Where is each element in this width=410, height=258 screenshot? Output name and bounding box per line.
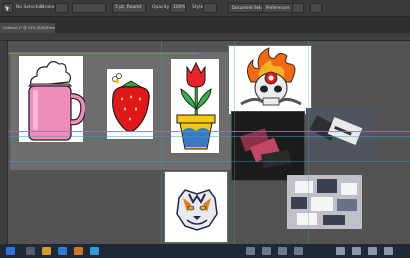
horizontal-guide[interactable]: [8, 161, 410, 162]
tray-icon[interactable]: [262, 247, 271, 255]
photo-business-cards-grey[interactable]: [306, 108, 377, 160]
tray-icon[interactable]: [336, 247, 345, 255]
illustrator-window: No Selection Stroke 5 pt. Round Opacity …: [0, 0, 410, 258]
style-label: Style: [192, 5, 204, 10]
stroke-weight-field[interactable]: [55, 3, 68, 13]
variable-width-dropdown[interactable]: [72, 3, 106, 13]
illustrator-icon[interactable]: [74, 247, 83, 255]
brochure-image: [287, 175, 362, 229]
artboard-tulip-pot[interactable]: [170, 58, 220, 154]
artboard-tiger-head[interactable]: [164, 171, 228, 243]
stroke-label: Stroke: [40, 5, 55, 10]
canvas-area[interactable]: [8, 41, 410, 252]
horizontal-ruler[interactable]: [0, 33, 410, 41]
artboard-strawberry[interactable]: [106, 68, 154, 140]
tray-icon[interactable]: [294, 247, 303, 255]
tray-icon[interactable]: [352, 247, 361, 255]
artboard-flaming-skull[interactable]: [228, 45, 312, 115]
tray-icon[interactable]: [368, 247, 377, 255]
document-tab[interactable]: Untitled-1* @ 19% (RGB/Preview): [0, 23, 55, 33]
business-cards-image: [232, 112, 304, 180]
opacity-label: Opacity: [152, 5, 170, 10]
tray-icon[interactable]: [278, 247, 287, 255]
control-bar: No Selection Stroke 5 pt. Round Opacity …: [0, 0, 410, 17]
arrange-documents-icon[interactable]: [292, 3, 304, 13]
vertical-ruler[interactable]: [0, 41, 8, 252]
taskbar: [0, 244, 410, 258]
photo-brochure-layout[interactable]: [287, 175, 362, 229]
horizontal-guide[interactable]: [8, 136, 410, 137]
horizontal-guide[interactable]: [8, 131, 410, 132]
style-swatch[interactable]: [203, 3, 217, 13]
opacity-field[interactable]: 100%: [170, 3, 186, 13]
artboard-pink-mug[interactable]: [18, 55, 87, 143]
tray-icon[interactable]: [246, 247, 255, 255]
selection-bounding-line: [8, 53, 198, 54]
photo-business-cards-dark[interactable]: [231, 111, 305, 181]
photoshop-icon[interactable]: [90, 247, 99, 255]
brush-dropdown[interactable]: 5 pt. Round: [112, 3, 146, 13]
tulip-pot-icon: [176, 61, 216, 150]
selection-tool-icon[interactable]: [3, 3, 13, 13]
start-icon[interactable]: [6, 247, 15, 255]
vertical-guide[interactable]: [161, 41, 162, 252]
tiger-head-icon: [176, 189, 218, 231]
folder-icon[interactable]: [42, 247, 51, 255]
vertical-guide[interactable]: [308, 41, 309, 252]
taskbar-app-icon[interactable]: [26, 247, 35, 255]
browser-icon[interactable]: [58, 247, 67, 255]
document-tab-bar: Untitled-1* @ 19% (RGB/Preview): [0, 17, 410, 33]
tray-icon[interactable]: [384, 247, 393, 255]
preferences-button[interactable]: Preferences: [262, 3, 294, 13]
vertical-guide[interactable]: [234, 41, 235, 252]
business-cards-grey-image: [306, 108, 377, 160]
flaming-skull-icon: [240, 47, 302, 106]
align-icon[interactable]: [310, 3, 322, 13]
